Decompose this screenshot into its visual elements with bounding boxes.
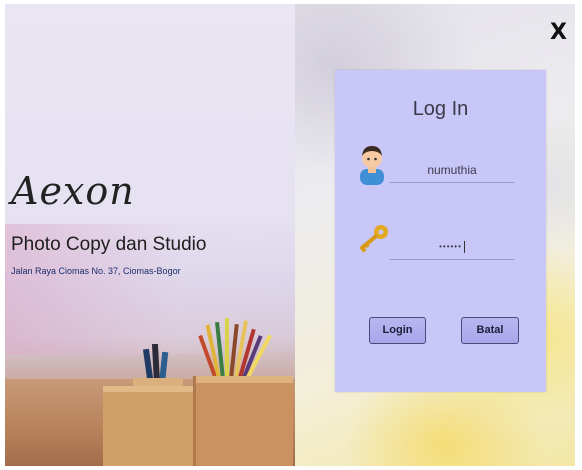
key-icon xyxy=(359,225,388,253)
pencil-holder-illustration xyxy=(103,318,293,466)
cancel-button[interactable]: Batal xyxy=(461,317,519,344)
password-mask: •••••• xyxy=(439,242,462,251)
password-field[interactable]: •••••• xyxy=(390,235,514,260)
brand-subtitle: Photo Copy dan Studio xyxy=(11,234,207,255)
close-button[interactable]: X xyxy=(550,20,567,45)
branding-panel: Aexon Photo Copy dan Studio Jalan Raya C… xyxy=(5,4,295,466)
login-button[interactable]: Login xyxy=(369,317,426,344)
brand-logo-text: Aexon xyxy=(11,169,135,213)
login-title: Log In xyxy=(412,98,469,120)
username-field[interactable]: numuthia xyxy=(390,158,514,183)
login-panel: Log In numuthia •••••• Login Batal xyxy=(335,70,546,392)
brand-address: Jalan Raya Ciomas No. 37, Ciomas-Bogor xyxy=(11,266,181,276)
text-caret xyxy=(463,240,465,253)
user-avatar-icon xyxy=(360,146,384,185)
